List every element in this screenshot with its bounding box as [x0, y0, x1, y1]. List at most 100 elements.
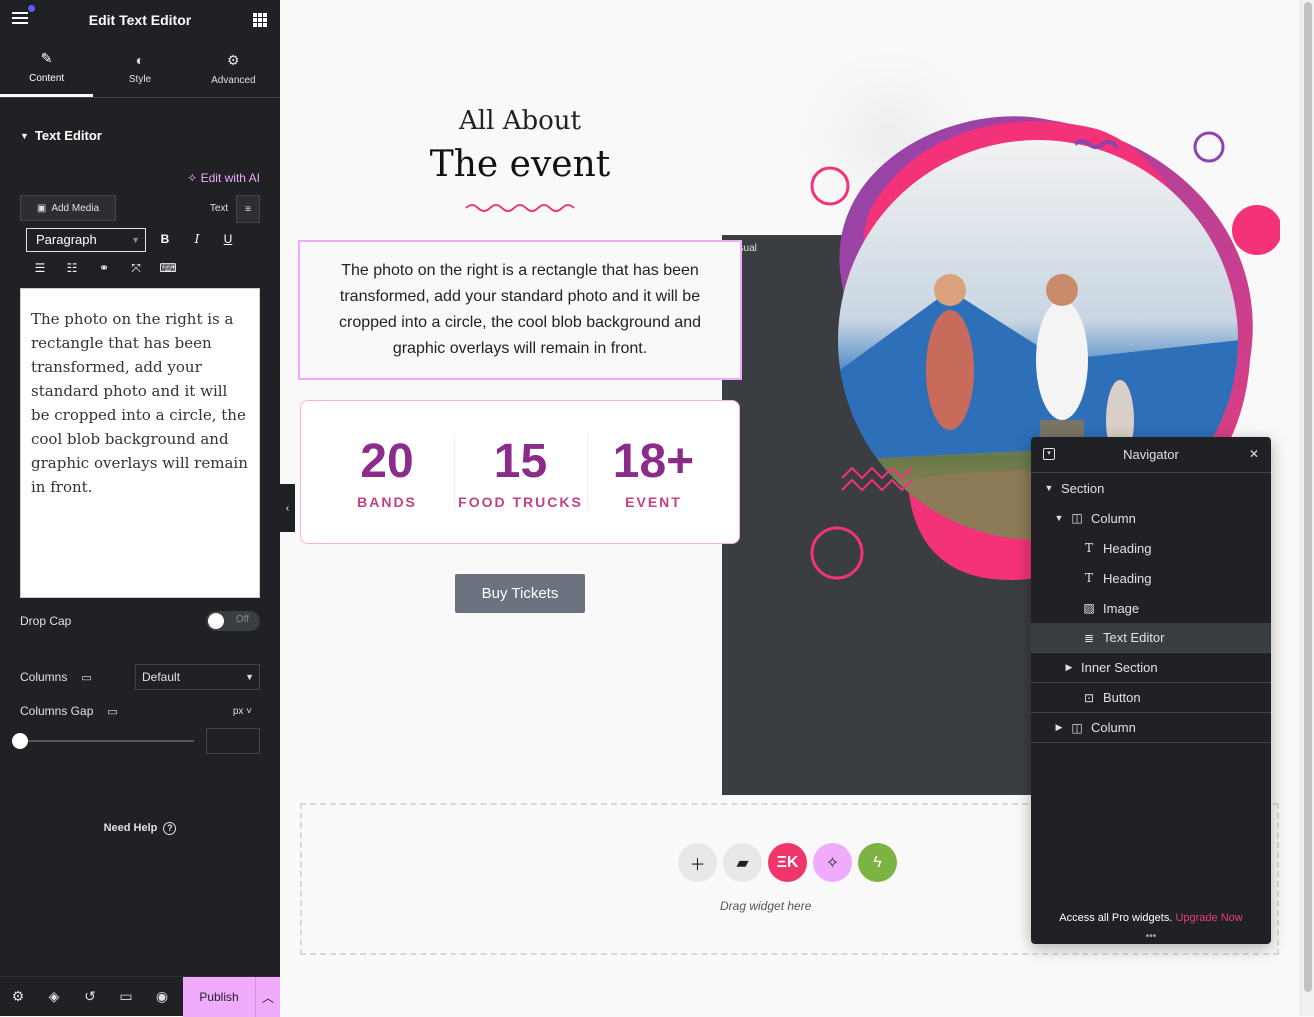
unit-select[interactable]: px ˅	[233, 706, 252, 717]
columns-label: Columns	[20, 670, 68, 684]
sparkle-icon: ✧	[187, 171, 198, 185]
bold-icon[interactable]: B	[155, 232, 175, 246]
caret-right-icon[interactable]: ▶	[1053, 722, 1065, 733]
page-scrollbar[interactable]	[1300, 0, 1314, 1016]
nav-item-label: Text Editor	[1103, 630, 1165, 645]
nav-item-label: Button	[1103, 690, 1141, 705]
numbered-list-icon[interactable]: ☷	[62, 261, 82, 275]
editor-panel: Edit Text Editor ✎ Content ◐ Style ⚙ Adv…	[0, 0, 1202, 1017]
toggle-state: Off	[235, 614, 249, 625]
nav-item-heading[interactable]: T Heading	[1031, 563, 1271, 593]
columns-select[interactable]: Default ▼	[135, 664, 260, 690]
columns-value: Default	[142, 670, 181, 684]
underline-icon[interactable]: U	[218, 232, 238, 246]
template-folder-icon[interactable]: ▰	[723, 843, 762, 882]
heading-the-event[interactable]: The event	[280, 144, 760, 185]
menu-icon[interactable]	[12, 12, 28, 26]
nav-item-heading[interactable]: T Heading	[1031, 533, 1271, 563]
nav-item-inner-section[interactable]: ▶ Inner Section	[1031, 653, 1271, 683]
ai-sparkle-icon[interactable]: ✧	[813, 843, 852, 882]
nav-item-button[interactable]: ⊡ Button	[1031, 683, 1271, 713]
responsive-icon[interactable]: ▭	[108, 988, 144, 1005]
add-section-plus-icon[interactable]: ＋	[678, 843, 717, 882]
panel-footer: ⚙ ◈ ↺ ▭ ◉ Publish ︿	[0, 976, 280, 1017]
chevron-up-icon[interactable]: ︿	[255, 977, 280, 1017]
gap-slider-track[interactable]	[20, 740, 194, 742]
italic-icon[interactable]: I	[187, 232, 207, 246]
tab-style[interactable]: ◐ Style	[93, 40, 186, 97]
preview-eye-icon[interactable]: ◉	[144, 988, 180, 1005]
chevron-down-icon: ▼	[131, 235, 140, 245]
navigator-header[interactable]: ▾ Navigator ✕	[1031, 437, 1271, 473]
add-media-label: Add Media	[51, 202, 100, 214]
stats-box[interactable]: 20 BANDS 15 FOOD TRUCKS 18+ EVENT	[300, 400, 740, 544]
close-icon[interactable]: ✕	[1249, 447, 1259, 461]
nav-item-label: Image	[1103, 600, 1140, 616]
drop-cap-row: Drop Cap Off	[20, 611, 260, 631]
bullet-list-icon[interactable]: ☰	[30, 261, 50, 275]
tab-label: Advanced	[211, 74, 256, 86]
nav-item-text-editor[interactable]: ≣ Text Editor	[1031, 623, 1271, 653]
caret-down-icon[interactable]: ▼	[1053, 513, 1065, 523]
button-cursor-icon: ⊡	[1083, 690, 1095, 705]
buy-tickets-button[interactable]: Buy Tickets	[455, 574, 585, 613]
heading-all-about[interactable]: All About	[280, 106, 760, 136]
desktop-icon[interactable]: ▭	[81, 671, 91, 684]
publish-button[interactable]: Publish	[183, 977, 255, 1017]
keyboard-icon[interactable]: ⌨	[158, 261, 178, 275]
format-bar: Paragraph ▼ B I U ☰ ☷ ⚭ ⤧ ⌨	[20, 223, 260, 288]
chevron-down-icon: ▼	[245, 672, 254, 682]
edit-ai-label: Edit with AI	[200, 171, 260, 185]
tab-text[interactable]: Text	[202, 195, 236, 223]
text-editor-area[interactable]: The photo on the right is a rectangle th…	[20, 288, 260, 598]
columns-gap-row: Columns Gap ▭ px ˅	[20, 704, 260, 718]
nav-item-column[interactable]: ▶ ◫ Column	[1031, 713, 1271, 743]
tab-advanced[interactable]: ⚙ Advanced	[187, 40, 280, 97]
scrollbar-thumb[interactable]	[1304, 2, 1312, 992]
promo-text: Access all Pro widgets.	[1059, 912, 1173, 924]
heading-t-icon: T	[1084, 571, 1093, 585]
drop-cap-toggle[interactable]: Off	[206, 611, 260, 631]
section-toggle[interactable]: ▼ Text Editor	[20, 128, 280, 143]
layers-icon[interactable]: ◈	[36, 988, 72, 1005]
columns-row: Columns ▭ Default ▼	[20, 664, 260, 690]
nav-item-label: Section	[1061, 480, 1105, 496]
need-help-link[interactable]: Need Help ?	[0, 822, 280, 835]
fullscreen-icon[interactable]: ⤧	[126, 261, 146, 276]
stat-number: 18+	[612, 435, 695, 488]
nav-item-column[interactable]: ▼ ◫ Column	[1031, 503, 1271, 533]
elementskit-icon[interactable]: ΞK	[768, 843, 807, 882]
media-icon: ▣	[36, 202, 47, 214]
column-icon: ◫	[1071, 720, 1083, 735]
heading-t-icon: T	[1084, 541, 1093, 555]
dropzone-buttons: ＋ ▰ ΞK ✧ ϟ	[678, 843, 897, 882]
caret-right-icon[interactable]: ▶	[1063, 662, 1075, 673]
nav-item-image[interactable]: ▨ Image	[1031, 593, 1271, 623]
paragraph-select[interactable]: Paragraph ▼	[26, 228, 146, 252]
bolt-icon[interactable]: ϟ	[858, 843, 897, 882]
widgets-grid-icon[interactable]	[253, 13, 267, 27]
stack-icon[interactable]: ≡	[236, 195, 260, 223]
upgrade-now-link[interactable]: Upgrade Now	[1175, 912, 1242, 924]
nav-item-section[interactable]: ▼ Section	[1031, 473, 1271, 503]
gap-slider-handle[interactable]	[12, 733, 28, 749]
nav-item-label: Column	[1091, 510, 1136, 526]
drop-cap-label: Drop Cap	[20, 614, 72, 628]
stat-label: BANDS	[357, 494, 417, 510]
settings-icon[interactable]: ⚙	[0, 988, 36, 1005]
caret-down-icon[interactable]: ▼	[1043, 483, 1055, 493]
gap-number-input[interactable]	[206, 728, 260, 754]
history-icon[interactable]: ↺	[72, 988, 108, 1005]
desktop-icon[interactable]: ▭	[107, 705, 117, 718]
text-editor-widget[interactable]: The photo on the right is a rectangle th…	[298, 240, 742, 380]
add-media-button[interactable]: ▣ Add Media	[20, 195, 116, 221]
tab-content[interactable]: ✎ Content	[0, 40, 94, 97]
section-title: Text Editor	[34, 128, 102, 143]
edit-with-ai-link[interactable]: ✧ Edit with AI	[187, 171, 260, 185]
resize-handle[interactable]: •••	[1031, 931, 1271, 942]
stat-food-trucks: 15 FOOD TRUCKS	[453, 434, 587, 510]
link-icon[interactable]: ⚭	[94, 261, 114, 275]
panel-title: Edit Text Editor	[88, 12, 192, 28]
collapse-all-icon[interactable]: ▾	[1043, 448, 1055, 460]
help-circle-icon: ?	[163, 822, 177, 835]
